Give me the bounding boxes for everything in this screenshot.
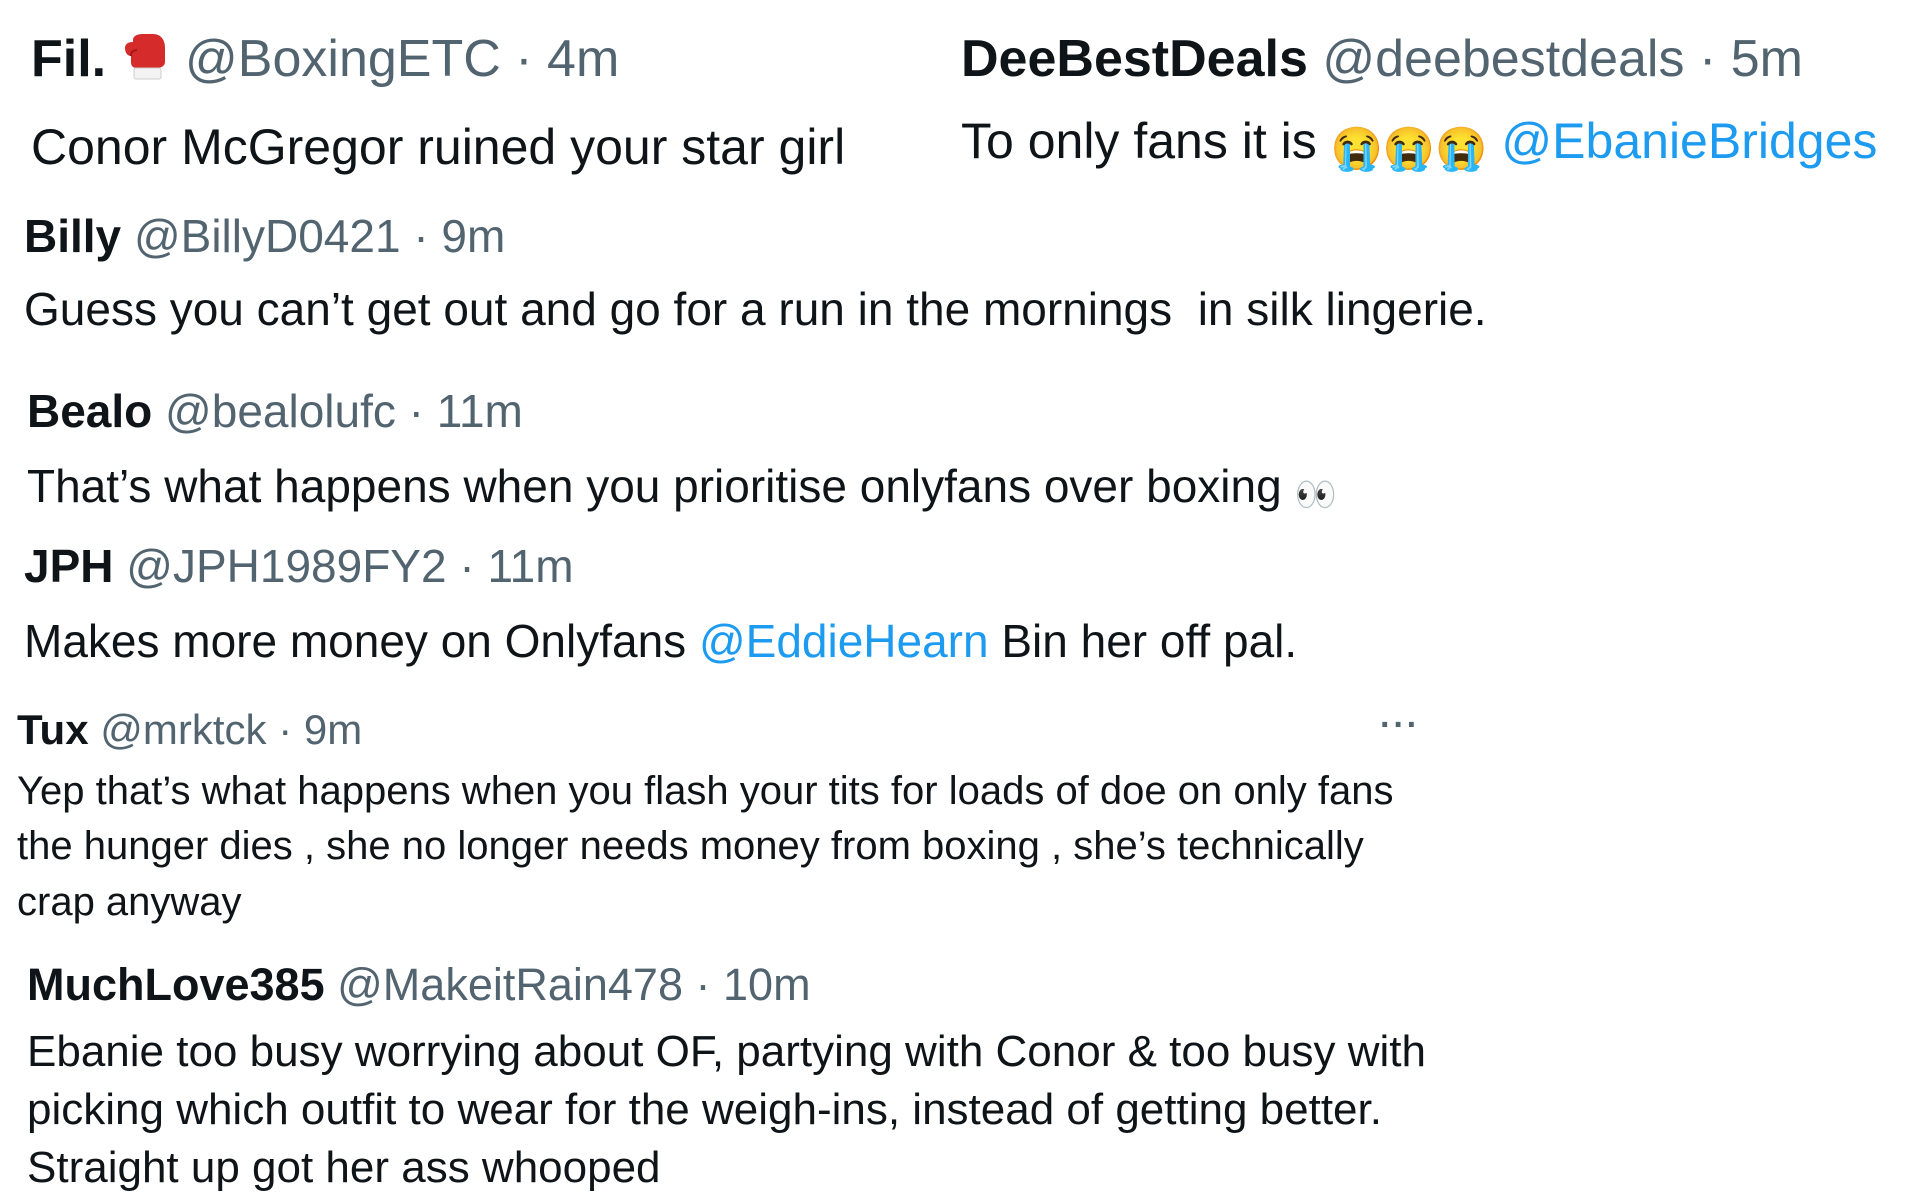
separator-dot: · xyxy=(459,540,475,592)
tweet-header: Billy @BillyD0421 · 9m xyxy=(24,210,1487,263)
timestamp[interactable]: 9m xyxy=(441,210,505,262)
tweet-text: Yep that’s what happens when you flash y… xyxy=(17,769,1394,924)
separator-dot: · xyxy=(278,706,293,753)
tweet-text-before: Makes more money on Onlyfans xyxy=(24,614,687,667)
tweet-text: That’s what happens when you prioritise … xyxy=(27,459,1282,512)
separator-dot: · xyxy=(413,210,429,262)
more-options-icon[interactable]: ··· xyxy=(1380,706,1420,745)
reply-tweet-jph[interactable]: JPH @JPH1989FY2 · 11m Makes more money o… xyxy=(24,540,1297,672)
separator-dot: · xyxy=(1698,30,1717,88)
display-name[interactable]: Fil. xyxy=(31,30,106,88)
tweet-text: Conor McGregor ruined your star girl xyxy=(31,119,846,176)
reply-tweet-muchlove385[interactable]: MuchLove385 @MakeitRain478 · 10m Ebanie … xyxy=(27,959,1457,1197)
timestamp[interactable]: 11m xyxy=(487,540,573,592)
user-handle[interactable]: @mrktck xyxy=(100,706,266,753)
tweet-text-after: Bin her off pal. xyxy=(1001,614,1298,667)
timestamp[interactable]: 9m xyxy=(304,706,362,753)
user-handle[interactable]: @BoxingETC xyxy=(185,30,501,88)
tweet-text: Guess you can’t get out and go for a run… xyxy=(24,282,1487,335)
eyes-emoji: 👀 xyxy=(1294,475,1337,514)
reply-tweet-deebestdeals[interactable]: DeeBestDeals @deebestdeals · 5m To only … xyxy=(961,30,1877,176)
timestamp[interactable]: 5m xyxy=(1731,30,1803,88)
tweet-text: Ebanie too busy worrying about OF, party… xyxy=(27,1026,1426,1192)
display-name[interactable]: JPH xyxy=(24,540,113,592)
reply-tweet-billy[interactable]: Billy @BillyD0421 · 9m Guess you can’t g… xyxy=(24,210,1487,340)
mention-link[interactable]: @EbanieBridges xyxy=(1501,113,1877,169)
boxing-glove-icon xyxy=(121,32,171,96)
tweet-header: MuchLove385 @MakeitRain478 · 10m xyxy=(27,959,1457,1011)
timestamp[interactable]: 4m xyxy=(547,30,619,88)
user-handle[interactable]: @MakeitRain478 xyxy=(337,959,683,1010)
display-name[interactable]: MuchLove385 xyxy=(27,959,325,1010)
tweet-header: DeeBestDeals @deebestdeals · 5m xyxy=(961,30,1877,90)
tweet-text: To only fans it is xyxy=(961,112,1317,169)
tweet-text-container: To only fans it is 😭😭😭 @EbanieBridges xyxy=(961,108,1877,176)
separator-dot: · xyxy=(515,30,533,88)
tweet-header: Tux @mrktck · 9m xyxy=(17,706,1437,754)
display-name[interactable]: Bealo xyxy=(27,385,152,437)
timestamp[interactable]: 10m xyxy=(723,959,811,1010)
display-name[interactable]: DeeBestDeals xyxy=(961,30,1308,88)
timestamp[interactable]: 11m xyxy=(437,385,523,437)
display-name[interactable]: Tux xyxy=(17,706,89,753)
tweet-header: Fil. @BoxingETC · 4m xyxy=(31,30,845,96)
mention-link[interactable]: @EddieHearn xyxy=(699,615,989,667)
user-handle[interactable]: @bealolufc xyxy=(165,385,396,437)
reply-tweet-tux[interactable]: Tux @mrktck · 9m Yep that’s what happens… xyxy=(17,706,1437,930)
tweet-header: Bealo @bealolufc · 11m xyxy=(27,385,1337,438)
display-name[interactable]: Billy xyxy=(24,210,121,262)
tweet-text-container: Makes more money on Onlyfans @EddieHearn… xyxy=(24,611,1297,672)
reply-tweet-bealo[interactable]: Bealo @bealolufc · 11m That’s what happe… xyxy=(27,385,1337,518)
user-handle[interactable]: @JPH1989FY2 xyxy=(126,540,446,592)
separator-dot: · xyxy=(695,959,711,1010)
user-handle[interactable]: @BillyD0421 xyxy=(134,210,401,262)
crying-face-emoji: 😭😭😭 xyxy=(1330,124,1488,172)
tweet-text-container: That’s what happens when you prioritise … xyxy=(27,456,1337,518)
separator-dot: · xyxy=(408,385,424,437)
tweet-header: JPH @JPH1989FY2 · 11m xyxy=(24,540,1297,593)
reply-tweet-boxingetc[interactable]: Fil. @BoxingETC · 4m Conor McGregor ruin… xyxy=(31,30,845,180)
user-handle[interactable]: @deebestdeals xyxy=(1322,30,1684,88)
